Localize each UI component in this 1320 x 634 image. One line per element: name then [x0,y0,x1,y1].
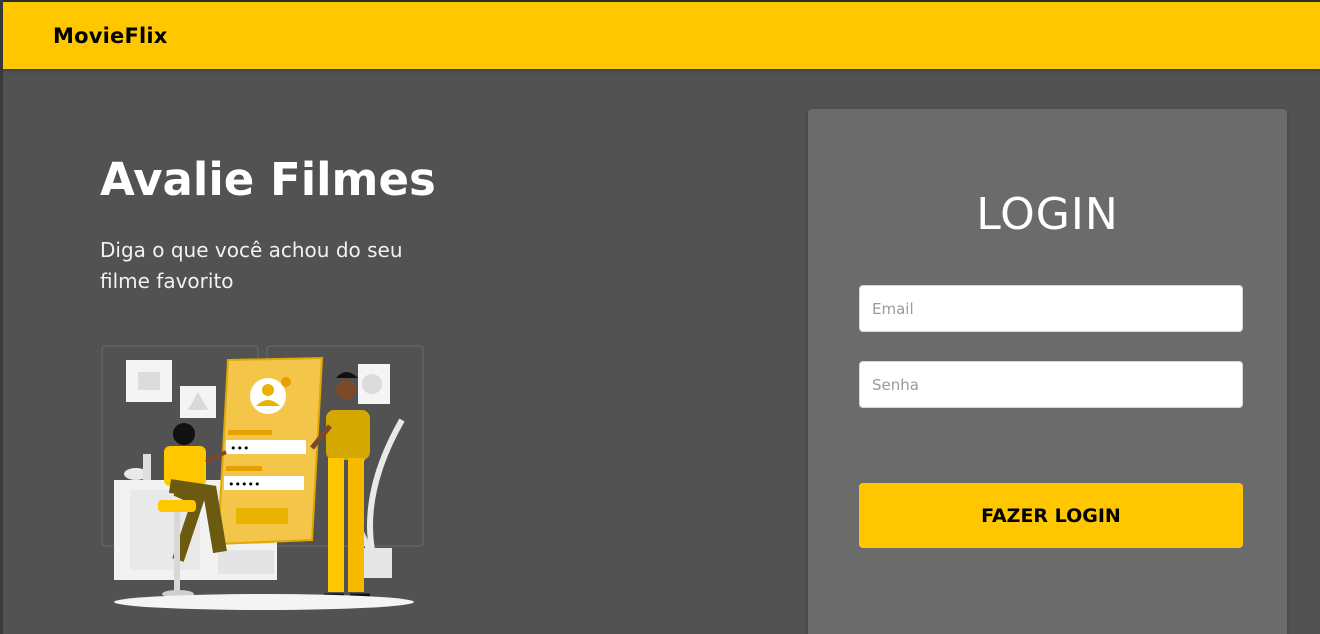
hero-subtitle: Diga o que você achou do seu filme favor… [100,238,403,293]
illustration-mask-short: ••• [230,442,249,455]
brand-logo-link[interactable]: MovieFlix [53,24,168,48]
login-illustration: ••• ••••• [100,340,430,620]
login-card: LOGIN FAZER LOGIN [808,109,1287,634]
illustration-mask-long: ••••• [228,478,260,491]
window-left-edge [0,0,3,634]
login-submit-button[interactable]: FAZER LOGIN [859,483,1243,548]
hero-title: Avalie Filmes [100,153,436,206]
login-title: LOGIN [976,189,1119,240]
email-input[interactable] [859,285,1243,332]
login-illustration-icon: ••• ••••• [101,345,424,610]
navbar: MovieFlix [3,2,1320,69]
password-input[interactable] [859,361,1243,408]
page: MovieFlix Avalie Filmes Diga o que você … [0,0,1320,634]
